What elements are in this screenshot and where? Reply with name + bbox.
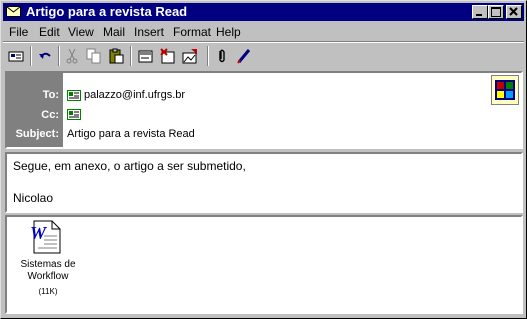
cut-button[interactable] [61,45,83,67]
cut-icon [66,48,78,64]
close-icon [509,7,518,16]
subject-label: Subject: [15,128,59,140]
title-bar[interactable]: Artigo para a revista Read [3,3,524,21]
word-logo-letter: W [30,223,47,243]
message-body[interactable]: Segue, em anexo, o artigo a ser submetid… [5,152,523,213]
check-names-icon [138,50,153,63]
exchange-logo [491,75,519,105]
menu-help[interactable]: Help [216,25,241,39]
attachment-item[interactable]: W Sistemas de Workflow (11K) [7,217,89,312]
menu-bar: File Edit View Mail Insert Format Help [3,23,524,41]
menu-file[interactable]: File [9,25,28,39]
attachment-panel: W Sistemas de Workflow (11K) [5,215,523,314]
to-field[interactable]: palazzo@inf.ufrgs.br [67,89,185,101]
subject-field[interactable]: Artigo para a revista Read [67,128,195,140]
select-recipients-button[interactable] [157,45,179,67]
paste-icon [109,48,124,64]
menu-mail[interactable]: Mail [103,25,125,39]
attachment-size: (11K) [38,287,58,296]
attachment-name: Sistemas de Workflow [11,259,85,283]
header-label-column: To: Cc: Subject: [7,73,63,147]
select-recipients-icon [160,48,175,64]
insert-file-button[interactable] [179,45,201,67]
to-value: palazzo@inf.ufrgs.br [84,89,186,101]
attachment-name-line-1: Sistemas de [20,259,76,270]
maximize-button[interactable] [488,5,504,19]
message-line-1: Segue, em anexo, o artigo a ser submetid… [13,159,246,173]
subject-value: Artigo para a revista Read [67,128,195,140]
check-names-button[interactable] [135,45,157,67]
copy-button[interactable] [83,45,105,67]
attach-button[interactable] [211,45,233,67]
toolbar-separator [30,46,32,66]
exchange-logo-icon [495,80,515,100]
cc-field[interactable] [67,109,84,120]
copy-icon [86,48,101,64]
close-button[interactable] [506,5,522,19]
signature-button[interactable] [233,45,255,67]
toolbar [3,43,524,69]
to-label: To: [42,89,59,101]
toolbar-separator [58,46,60,66]
attach-icon [219,49,225,63]
email-compose-window: Artigo para a revista Read File Edit Vie… [0,0,527,319]
toolbar-separator [207,46,209,66]
address-card-icon [67,109,81,120]
send-button[interactable] [5,45,27,67]
toolbar-separator [130,46,132,66]
message-line-2: Nicolao [13,191,54,205]
cc-label: Cc: [41,109,59,121]
undo-icon [39,52,51,59]
address-card-icon [67,89,81,101]
paste-button[interactable] [105,45,127,67]
attachment-name-line-2: Workflow [27,271,69,282]
header-panel: To: Cc: Subject: palazzo@inf.ufrgs.br Ar… [5,71,523,149]
menu-view[interactable]: View [68,25,94,39]
menu-insert[interactable]: Insert [134,25,164,39]
signature-icon [237,49,251,64]
menu-format[interactable]: Format [173,25,211,39]
window-title: Artigo para a revista Read [26,4,188,19]
insert-file-icon [182,49,197,64]
envelope-icon [6,6,21,17]
menu-edit[interactable]: Edit [39,25,60,39]
send-icon [8,51,24,62]
undo-button[interactable] [34,45,56,67]
minimize-button[interactable] [472,5,488,19]
